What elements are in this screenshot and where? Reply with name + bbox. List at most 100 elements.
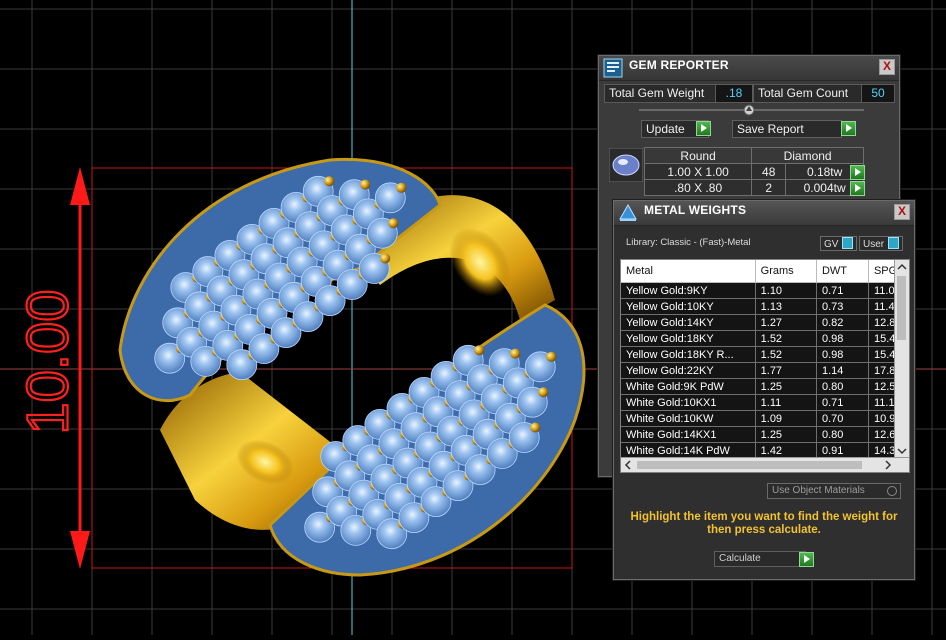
play-arrow-icon[interactable] <box>850 165 865 180</box>
gem-reporter-icon <box>603 58 623 78</box>
table-row[interactable]: Yellow Gold:18KY R... 1.52 0.98 15.41 <box>621 346 909 363</box>
grams-cell: 1.10 <box>755 282 817 299</box>
calculate-button[interactable]: Calculate <box>714 551 806 567</box>
prong <box>360 179 371 190</box>
prong <box>538 387 549 398</box>
grams-cell: 1.11 <box>755 394 817 411</box>
dwt-cell: 0.71 <box>816 282 869 299</box>
gem-list-table[interactable]: Round Diamond 1.00 X 1.00 48 0.18tw .80 … <box>643 147 864 196</box>
table-row[interactable]: White Gold:14KX1 1.25 0.80 12.63 <box>621 426 909 443</box>
table-row[interactable]: Yellow Gold:22KY 1.77 1.14 17.89 <box>621 362 909 379</box>
metal-list[interactable]: Metal Grams DWT SPG Yellow Gold:9KY 1.10 0… <box>620 259 910 473</box>
gem-shape-header: Round <box>643 147 753 164</box>
grams-cell: 1.52 <box>755 330 817 347</box>
dwt-cell: 0.80 <box>816 426 869 443</box>
slider-handle-icon[interactable] <box>742 103 756 117</box>
prong <box>510 348 521 359</box>
gem-size: .80 X .80 <box>643 179 753 196</box>
gem-count: 2 <box>751 179 787 196</box>
metal-weights-titlebar[interactable]: METAL WEIGHTS X <box>614 201 914 226</box>
use-object-materials-toggle[interactable]: Use Object Materials <box>767 483 901 499</box>
prong <box>546 351 557 362</box>
gv-toggle[interactable]: GV <box>820 236 858 251</box>
table-row[interactable]: Yellow Gold:10KY 1.13 0.73 11.45 <box>621 298 909 315</box>
table-row[interactable]: Yellow Gold:9KY 1.10 0.71 11.08 <box>621 282 909 299</box>
metal-name-cell: White Gold:9K PdW <box>621 378 756 395</box>
table-row[interactable]: White Gold:9K PdW 1.25 0.80 12.59 <box>621 378 909 395</box>
total-gem-weight-value: .18 <box>715 84 753 103</box>
close-icon[interactable]: X <box>894 204 910 220</box>
table-row[interactable]: Yellow Gold:14KY 1.27 0.82 12.88 <box>621 314 909 331</box>
gem-size: 1.00 X 1.00 <box>643 163 753 180</box>
prong <box>388 218 399 229</box>
grams-cell: 1.77 <box>755 362 817 379</box>
table-row[interactable]: .80 X .80 2 0.004tw <box>643 179 864 196</box>
grams-cell: 1.52 <box>755 346 817 363</box>
dwt-cell: 0.98 <box>816 330 869 347</box>
metal-name-cell: White Gold:10KX1 <box>621 394 756 411</box>
use-object-materials-label: Use Object Materials <box>772 485 865 496</box>
scrollbar-thumb[interactable] <box>897 276 906 340</box>
column-header-dwt[interactable]: DWT <box>816 260 869 283</box>
table-row[interactable]: Yellow Gold:18KY 1.52 0.98 15.41 <box>621 330 909 347</box>
prong <box>530 422 541 433</box>
total-gem-count-value: 50 <box>861 84 895 103</box>
prong <box>474 345 485 356</box>
metal-name-cell: Yellow Gold:18KY R... <box>621 346 756 363</box>
library-label: Library: Classic - (Fast)-Metal <box>626 237 751 248</box>
metal-name-cell: White Gold:10KW <box>621 410 756 427</box>
scrollbar-thumb[interactable] <box>637 461 862 469</box>
metal-weights-title: METAL WEIGHTS <box>644 203 747 217</box>
vertical-scrollbar[interactable] <box>894 260 909 458</box>
metal-name-cell: White Gold:14KX1 <box>621 426 756 443</box>
user-toggle[interactable]: User <box>859 236 904 251</box>
metal-weights-icon <box>619 203 637 221</box>
save-report-button[interactable]: Save Report <box>732 120 842 138</box>
play-arrow-icon[interactable] <box>799 552 814 567</box>
prong <box>324 176 335 187</box>
scroll-right-icon[interactable] <box>881 458 895 472</box>
play-arrow-icon[interactable] <box>696 121 711 136</box>
prong <box>380 253 391 264</box>
gem-count: 48 <box>751 163 787 180</box>
grams-cell: 1.25 <box>755 426 817 443</box>
metal-name-cell: Yellow Gold:10KY <box>621 298 756 315</box>
grams-cell: 1.13 <box>755 298 817 315</box>
dwt-cell: 0.73 <box>816 298 869 315</box>
table-row[interactable]: 1.00 X 1.00 48 0.18tw <box>643 163 864 180</box>
metal-name-cell: Yellow Gold:18KY <box>621 330 756 347</box>
dwt-cell: 0.71 <box>816 394 869 411</box>
instruction-text: Highlight the item you want to find the … <box>630 511 898 536</box>
grams-cell: 1.25 <box>755 378 817 395</box>
user-label: User <box>863 239 885 250</box>
table-row[interactable]: White Gold:10KW 1.09 0.70 10.99 <box>621 410 909 427</box>
dimension-label: 10.00 <box>15 289 80 434</box>
dwt-cell: 0.82 <box>816 314 869 331</box>
play-arrow-icon[interactable] <box>850 181 865 196</box>
scroll-up-icon[interactable] <box>895 260 909 274</box>
table-row[interactable]: White Gold:10KX1 1.11 0.71 11.18 <box>621 394 909 411</box>
column-header-metal[interactable]: Metal <box>621 260 756 283</box>
dwt-cell: 0.98 <box>816 346 869 363</box>
round-diamond-icon <box>609 148 643 182</box>
metal-name-cell: Yellow Gold:22KY <box>621 362 756 379</box>
play-arrow-icon[interactable] <box>841 121 856 136</box>
scroll-down-icon[interactable] <box>895 444 909 458</box>
metal-name-cell: Yellow Gold:9KY <box>621 282 756 299</box>
gem-reporter-titlebar[interactable]: GEM REPORTER X <box>599 56 899 81</box>
grams-cell: 1.27 <box>755 314 817 331</box>
metal-name-cell: Yellow Gold:14KY <box>621 314 756 331</box>
dwt-cell: 0.80 <box>816 378 869 395</box>
scroll-left-icon[interactable] <box>621 458 635 472</box>
horizontal-scrollbar[interactable] <box>621 457 909 472</box>
metal-weights-table[interactable]: Metal Grams DWT SPG Yellow Gold:9KY 1.10 0… <box>621 260 909 459</box>
close-icon[interactable]: X <box>879 59 895 75</box>
gv-label: GV <box>824 239 839 250</box>
dwt-cell: 0.70 <box>816 410 869 427</box>
gem-type-header: Diamond <box>751 147 864 164</box>
metal-weights-panel[interactable]: METAL WEIGHTS X Library: Classic - (Fast… <box>613 200 915 580</box>
gem-reporter-title: GEM REPORTER <box>629 58 729 72</box>
column-header-grams[interactable]: Grams <box>755 260 817 283</box>
prong <box>396 182 407 193</box>
grams-cell: 1.09 <box>755 410 817 427</box>
